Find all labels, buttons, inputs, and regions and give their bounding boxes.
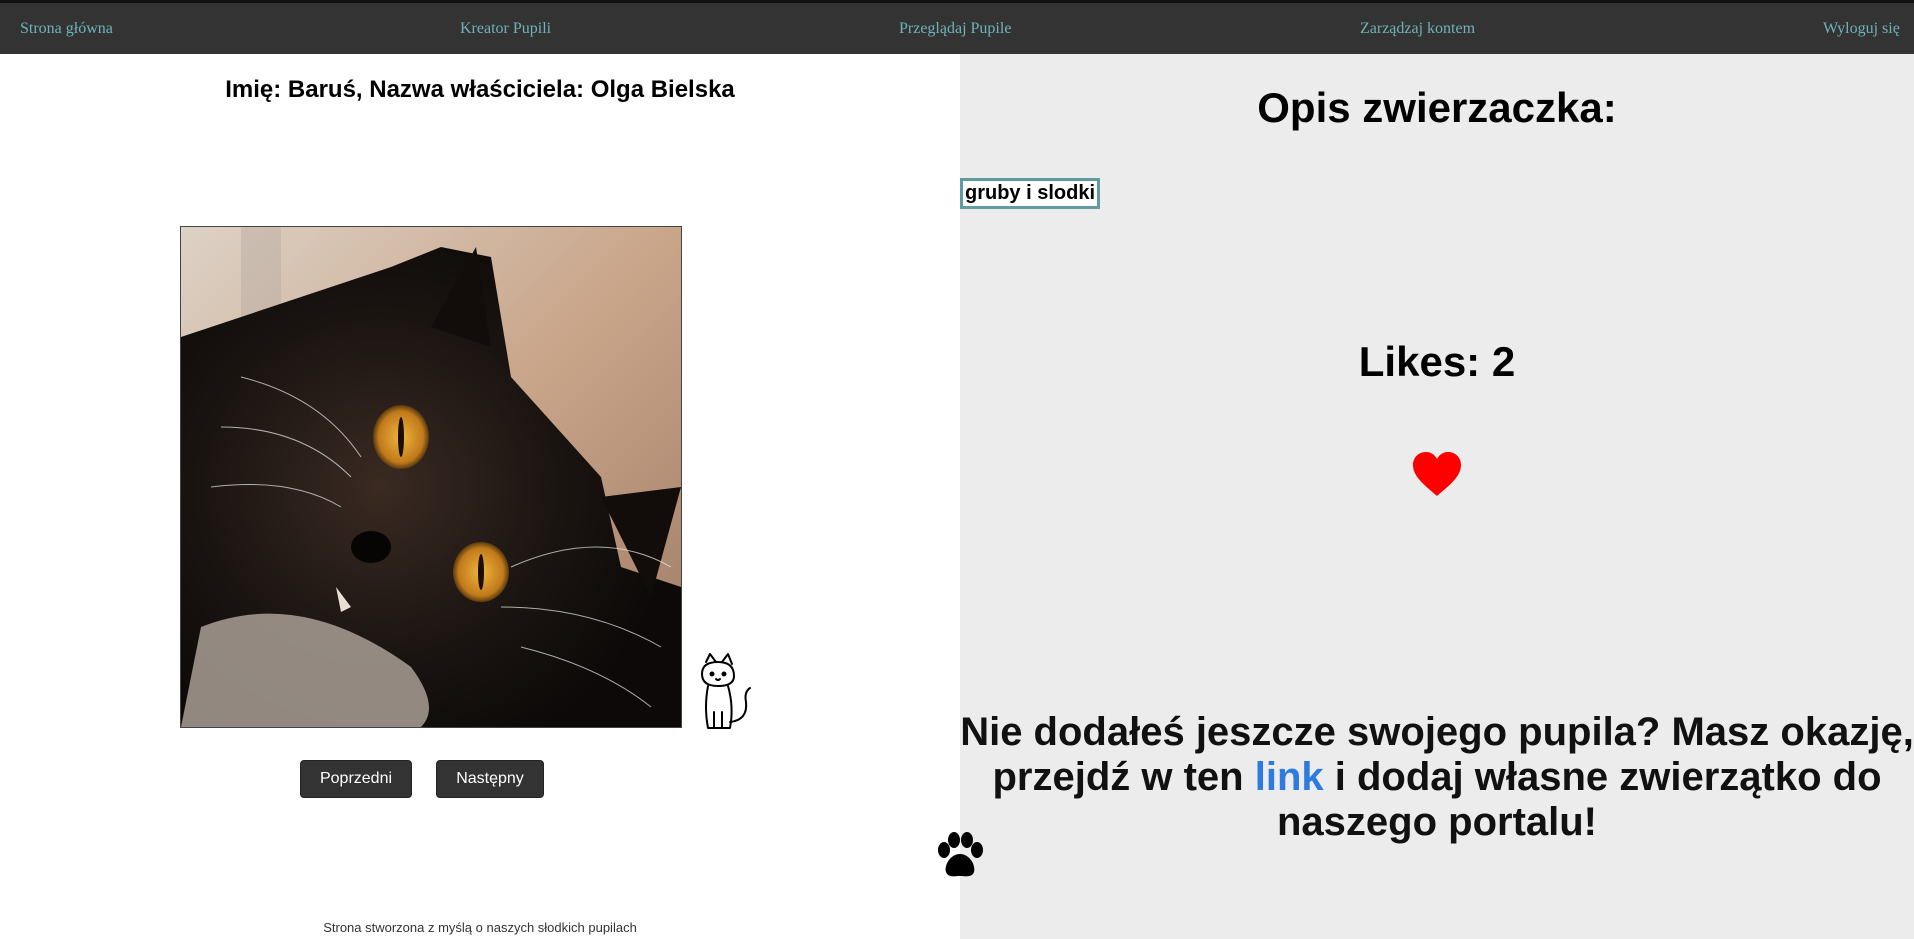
description-value: gruby i slodki [960,178,1101,209]
footer-text: Strona stworzona z myślą o naszych słodk… [323,920,637,935]
previous-button[interactable]: Poprzedni [300,760,412,798]
cta-link[interactable]: link [1255,755,1324,799]
heart-icon[interactable] [1411,450,1463,503]
pet-photo [180,226,682,728]
nav-browse-link[interactable]: Przeglądaj Pupile [899,20,1011,38]
top-navbar: Strona główna Kreator Pupili Przeglądaj … [0,0,1914,54]
cat-sketch-icon [692,652,756,737]
paw-icon [934,832,986,885]
nav-account-link[interactable]: Zarządzaj kontem [1360,20,1475,38]
call-to-action: Nie dodałeś jeszcze swojego pupila? Masz… [960,710,1914,845]
next-button[interactable]: Następny [436,760,544,798]
likes-count: Likes: 2 [1358,338,1516,385]
pet-header: Imię: Baruś, Nazwa właściciela: Olga Bie… [225,76,735,103]
description-title: Opis zwierzaczka: [1257,84,1617,131]
nav-creator-link[interactable]: Kreator Pupili [460,20,551,38]
nav-home-link[interactable]: Strona główna [20,20,113,38]
cta-text-after: i dodaj własne zwierzątko do naszego por… [1276,755,1882,844]
pet-panel: Imię: Baruś, Nazwa właściciela: Olga Bie… [0,54,960,939]
black-cat-photo-image [181,227,681,727]
nav-logout-link[interactable]: Wyloguj się [1823,20,1900,38]
description-panel: Opis zwierzaczka: gruby i slodki Likes: … [960,54,1914,939]
